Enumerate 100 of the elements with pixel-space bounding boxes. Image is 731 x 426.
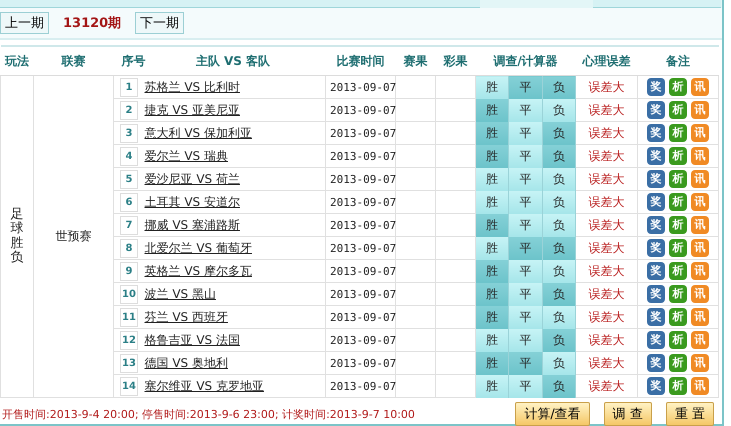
pick-option[interactable]: 胜 <box>476 122 508 144</box>
action-button[interactable]: 计算/查看 <box>515 402 590 426</box>
pick-option[interactable]: 平 <box>508 352 542 374</box>
pick-option[interactable]: 负 <box>542 374 576 398</box>
pick-option[interactable]: 胜 <box>476 282 508 306</box>
note-badge[interactable]: 奖 <box>647 285 666 303</box>
note-badge[interactable]: 奖 <box>647 216 666 234</box>
note-badge[interactable]: 析 <box>669 78 688 96</box>
note-badge[interactable]: 奖 <box>647 147 666 165</box>
match-time: 2013-09-07 <box>329 150 396 163</box>
note-badge[interactable]: 奖 <box>647 124 666 142</box>
pick-option[interactable]: 负 <box>542 214 576 236</box>
match-time: 2013-09-07 <box>329 334 396 347</box>
pick-option[interactable]: 胜 <box>476 168 508 190</box>
pick-option[interactable]: 负 <box>542 144 576 168</box>
note-badge[interactable]: 析 <box>669 147 688 165</box>
pick-option[interactable]: 胜 <box>476 374 508 398</box>
match-time: 2013-09-07 <box>329 219 396 232</box>
pick-option[interactable]: 负 <box>542 282 576 306</box>
pick-option[interactable]: 胜 <box>476 306 508 328</box>
note-badge[interactable]: 析 <box>669 170 688 188</box>
pick-option[interactable]: 负 <box>542 306 576 328</box>
error-label: 误差大 <box>588 286 625 300</box>
pick-option[interactable]: 胜 <box>476 98 508 122</box>
match-time: 2013-09-07 <box>329 127 396 140</box>
column-header: 备注 <box>666 54 690 68</box>
pick-option[interactable]: 胜 <box>476 190 508 214</box>
column-header: 序号 <box>122 54 146 68</box>
note-badge[interactable]: 奖 <box>647 170 666 188</box>
error-label: 误差大 <box>588 264 625 278</box>
note-badge[interactable]: 析 <box>669 216 688 234</box>
prev-period-button[interactable]: 上一期 <box>0 12 49 34</box>
pick-option[interactable]: 胜 <box>476 236 508 260</box>
note-badge[interactable]: 析 <box>669 101 688 119</box>
pick-option[interactable]: 负 <box>542 328 576 352</box>
pick-option[interactable]: 平 <box>508 76 542 98</box>
error-label: 误差大 <box>588 194 625 208</box>
note-badge[interactable]: 析 <box>669 354 688 372</box>
match-number: 8 <box>120 238 138 258</box>
pick-option[interactable]: 胜 <box>476 76 508 98</box>
pick-option[interactable]: 平 <box>508 98 542 122</box>
note-badge[interactable]: 奖 <box>647 354 666 372</box>
pick-option[interactable]: 负 <box>542 260 576 282</box>
next-period-button[interactable]: 下一期 <box>135 12 184 34</box>
match-number: 6 <box>120 192 138 212</box>
pick-option[interactable]: 胜 <box>476 260 508 282</box>
error-label: 误差大 <box>588 240 625 254</box>
pick-option[interactable]: 负 <box>542 190 576 214</box>
note-badge[interactable]: 析 <box>669 285 688 303</box>
column-header: 心理误差 <box>582 54 631 68</box>
pick-option[interactable]: 负 <box>542 98 576 122</box>
note-badge[interactable]: 奖 <box>647 239 666 257</box>
pick-option[interactable]: 平 <box>508 260 542 282</box>
match-time: 2013-09-07 <box>329 173 396 186</box>
pick-option[interactable]: 负 <box>542 76 576 98</box>
note-badge[interactable]: 奖 <box>647 331 666 349</box>
note-badge[interactable]: 析 <box>669 124 688 142</box>
pick-option[interactable]: 胜 <box>476 352 508 374</box>
note-badge[interactable]: 奖 <box>647 101 666 119</box>
pick-option[interactable]: 平 <box>508 190 542 214</box>
error-label: 误差大 <box>588 218 625 232</box>
pick-option[interactable]: 平 <box>508 328 542 352</box>
pick-option[interactable]: 平 <box>508 306 542 328</box>
note-badge[interactable]: 奖 <box>647 308 666 326</box>
note-badge[interactable]: 析 <box>669 331 688 349</box>
note-badge[interactable]: 析 <box>669 262 688 280</box>
match-number: 7 <box>120 216 138 234</box>
note-badge[interactable]: 奖 <box>647 377 666 395</box>
match-number: 3 <box>120 124 138 142</box>
column-header: 比赛时间 <box>336 54 384 68</box>
column-header: 主队 VS 客队 <box>196 54 270 68</box>
pick-option[interactable]: 平 <box>508 122 542 144</box>
error-label: 误差大 <box>588 172 625 186</box>
note-badge[interactable]: 奖 <box>647 262 666 280</box>
note-badge[interactable]: 析 <box>669 377 688 395</box>
pick-option[interactable]: 负 <box>542 236 576 260</box>
note-badge[interactable]: 析 <box>669 308 688 326</box>
action-button[interactable]: 调 查 <box>604 402 652 426</box>
pick-option[interactable]: 平 <box>508 144 542 168</box>
note-badge[interactable]: 析 <box>669 193 688 211</box>
pick-option[interactable]: 负 <box>542 168 576 190</box>
note-badge[interactable]: 析 <box>669 239 688 257</box>
note-badge[interactable]: 奖 <box>647 193 666 211</box>
pick-option[interactable]: 胜 <box>476 214 508 236</box>
action-button[interactable]: 重 置 <box>666 402 714 426</box>
pick-option[interactable]: 平 <box>508 282 542 306</box>
match-number: 12 <box>120 330 138 350</box>
match-number: 14 <box>120 376 138 396</box>
pick-option[interactable]: 平 <box>508 168 542 190</box>
pick-option[interactable]: 平 <box>508 214 542 236</box>
match-time: 2013-09-07 <box>329 357 396 370</box>
error-label: 误差大 <box>588 332 625 346</box>
pick-option[interactable]: 负 <box>542 352 576 374</box>
pick-option[interactable]: 负 <box>542 122 576 144</box>
pick-option[interactable]: 平 <box>508 374 542 398</box>
note-badge[interactable]: 奖 <box>647 78 666 96</box>
pick-option[interactable]: 胜 <box>476 144 508 168</box>
pick-option[interactable]: 胜 <box>476 328 508 352</box>
column-header: 联赛 <box>62 54 86 68</box>
pick-option[interactable]: 平 <box>508 236 542 260</box>
